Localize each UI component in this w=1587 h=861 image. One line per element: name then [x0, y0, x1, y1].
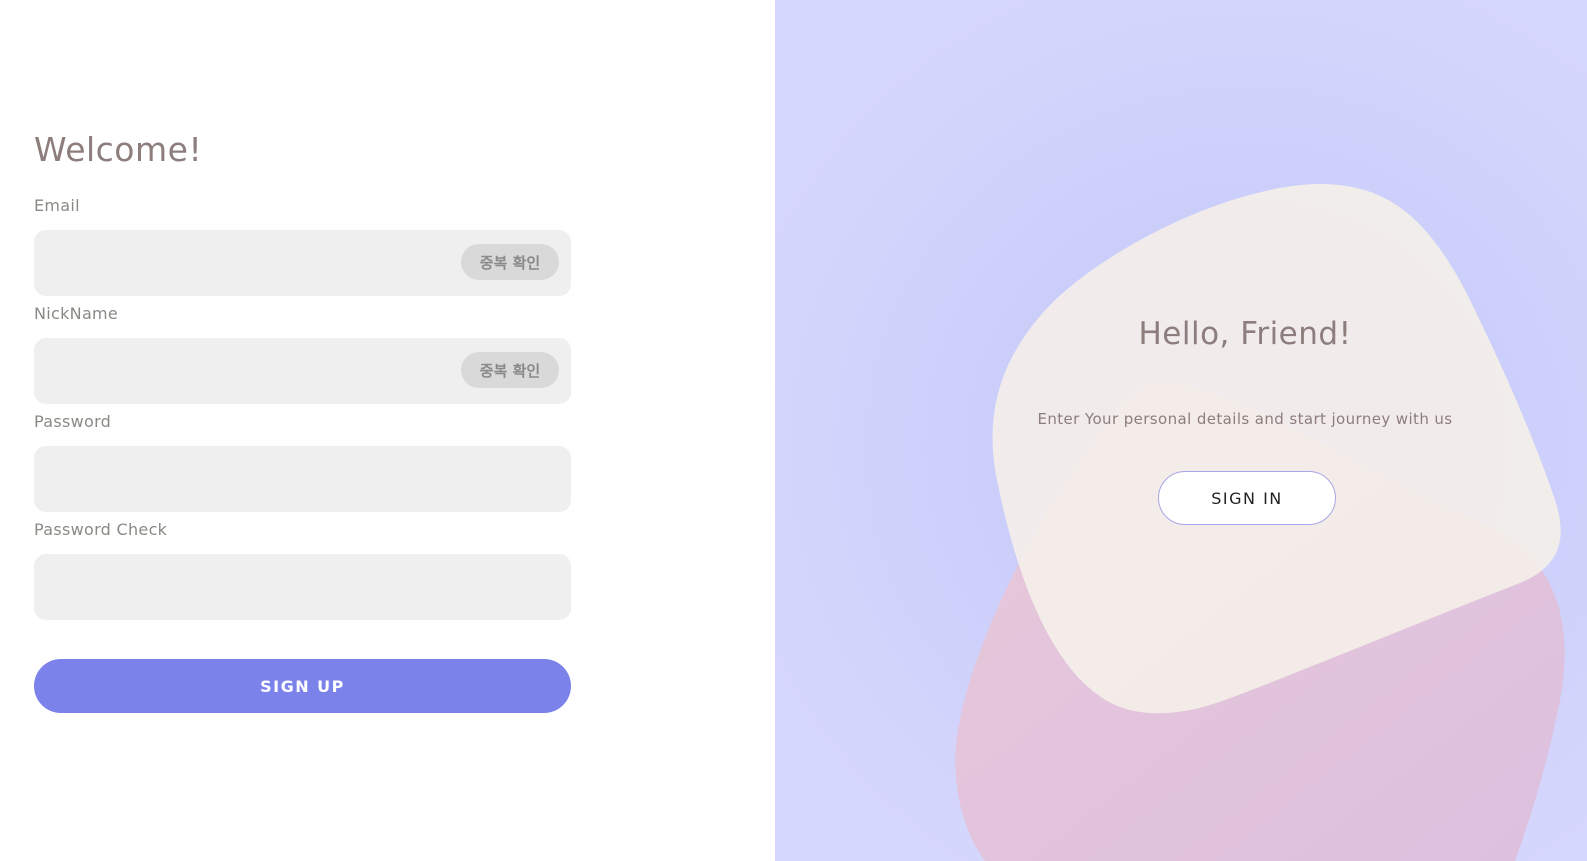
nickname-label: NickName	[34, 304, 119, 323]
nickname-duplicate-check-button[interactable]: 중복 확인	[461, 352, 559, 388]
signup-button[interactable]: SIGN UP	[34, 659, 571, 713]
password-check-input[interactable]	[34, 554, 571, 620]
password-input[interactable]	[34, 446, 571, 512]
email-field-container: 중복 확인	[34, 230, 571, 296]
email-duplicate-check-button[interactable]: 중복 확인	[461, 244, 559, 280]
nickname-field-container: 중복 확인	[34, 338, 571, 404]
signup-title: Welcome!	[34, 130, 203, 169]
signin-subtitle: Enter Your personal details and start jo…	[1037, 410, 1453, 428]
signup-page: Welcome! Email 중복 확인 NickName 중복 확인 Pass…	[0, 0, 1587, 861]
password-field-container	[34, 446, 571, 512]
password-label: Password	[34, 412, 112, 431]
signin-button[interactable]: SIGN IN	[1158, 471, 1336, 525]
email-label: Email	[34, 196, 80, 215]
signin-title: Hello, Friend!	[1138, 316, 1352, 352]
signin-panel: Hello, Friend! Enter Your personal detai…	[775, 0, 1587, 861]
password-check-label: Password Check	[34, 520, 168, 539]
signup-form-panel: Welcome! Email 중복 확인 NickName 중복 확인 Pass…	[0, 0, 775, 861]
decorative-blobs	[955, 184, 1565, 861]
password-check-field-container	[34, 554, 571, 620]
